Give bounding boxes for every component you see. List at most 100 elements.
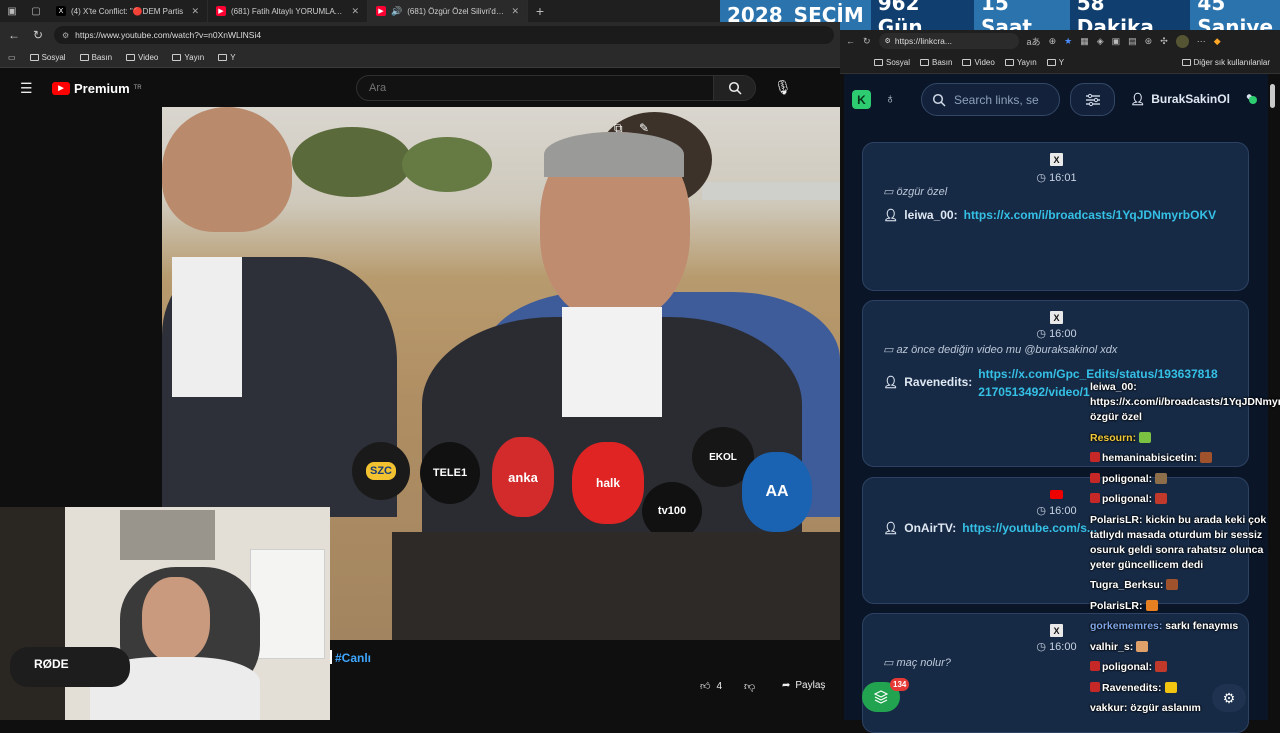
puzzle-icon[interactable]: ✣ bbox=[1160, 36, 1168, 47]
tab-actions-icon[interactable]: ▢ bbox=[24, 0, 48, 22]
chat-username[interactable]: PolarisLR: bbox=[1090, 600, 1143, 612]
scrollbar-thumb[interactable] bbox=[1270, 84, 1275, 108]
url-text: https://www.youtube.com/watch?v=n0XnWLlN… bbox=[75, 30, 262, 40]
chat-username[interactable]: poligonal: bbox=[1102, 661, 1152, 673]
search-button[interactable] bbox=[713, 76, 755, 100]
kick-badge-icon bbox=[1090, 661, 1100, 671]
chat-username[interactable]: leiwa_00: bbox=[1090, 381, 1137, 393]
settings-button[interactable]: ⚙ bbox=[1212, 684, 1246, 712]
extension-icon[interactable]: ▦ bbox=[1080, 36, 1089, 47]
browser-tab[interactable]: X (4) X'te Conflict: "🔴DEM Partis ✕ bbox=[48, 0, 208, 22]
bookmark-folder[interactable]: Yayın bbox=[172, 53, 204, 62]
share-button[interactable]: ➦ Paylaş bbox=[782, 680, 825, 691]
browser-tab[interactable]: ▶ (681) Fatih Altaylı YORUMLAYAMI ✕ bbox=[208, 0, 368, 22]
site-info-icon[interactable]: ⚙ bbox=[62, 31, 69, 40]
workspaces-icon[interactable]: ▣ bbox=[0, 0, 24, 22]
card-link[interactable]: https://youtube.com/s... bbox=[962, 521, 1097, 535]
mic-logo: SZC bbox=[366, 462, 396, 480]
chat-message: Resourn: bbox=[1090, 431, 1280, 446]
chat-message: poligonal: bbox=[1090, 492, 1280, 507]
chat-username[interactable]: poligonal: bbox=[1102, 493, 1152, 505]
search-input[interactable] bbox=[357, 82, 713, 94]
notification-count-badge: 134 bbox=[890, 678, 910, 691]
user-icon: 👤︎ bbox=[883, 375, 899, 389]
chat-username[interactable]: Ravenedits: bbox=[1102, 682, 1162, 694]
countdown-days: 962 Gün bbox=[870, 0, 974, 39]
user-icon: 👤︎ bbox=[883, 521, 899, 535]
right-url-field[interactable]: ⚙ https://linkcra... bbox=[878, 33, 1019, 49]
bookmark-folder[interactable]: Yayın bbox=[1004, 58, 1037, 67]
like-count: 4 bbox=[716, 680, 723, 692]
close-icon[interactable]: ✕ bbox=[191, 6, 199, 17]
bookmark-folder[interactable]: Video bbox=[962, 58, 995, 67]
link-card[interactable]: X ◷ 16:01 ▭ özgür özel 👤︎ leiwa_00: http… bbox=[862, 142, 1249, 291]
user-icon: 👤︎ bbox=[1130, 92, 1146, 106]
wall-graphic bbox=[702, 182, 840, 200]
bookmark-folder[interactable]: Basın bbox=[920, 58, 952, 67]
user-profile[interactable]: 👤︎ BurakSakinOl ✎ bbox=[1130, 92, 1256, 106]
new-tab-button[interactable]: + bbox=[528, 0, 552, 22]
online-status-dot bbox=[1249, 96, 1257, 104]
hashtag-link[interactable]: #Canlı bbox=[335, 651, 371, 665]
profile-avatar[interactable] bbox=[1175, 34, 1189, 48]
bookmark-folder[interactable]: Sosyal bbox=[29, 53, 66, 62]
chat-username[interactable]: poligonal: bbox=[1102, 473, 1152, 485]
chat-message: leiwa_00: https://x.com/i/broadcasts/1Yq… bbox=[1090, 380, 1280, 425]
like-button[interactable]: 👍︎ 4 bbox=[700, 680, 723, 693]
chat-username[interactable]: Tugra_Berksu: bbox=[1090, 579, 1163, 591]
bookmark-folder[interactable]: Y bbox=[218, 53, 236, 62]
person-face bbox=[142, 577, 210, 662]
site-info-icon[interactable]: ⚙ bbox=[885, 37, 891, 45]
app-logo[interactable]: K bbox=[852, 90, 871, 109]
other-bookmarks[interactable]: Diğer sık kullanılanlar bbox=[1181, 58, 1270, 67]
back-icon[interactable]: ← bbox=[846, 36, 855, 46]
browser-tab-active[interactable]: ▶ 🔊 (681) Özgür Özel Silivri'de a ✕ bbox=[368, 0, 528, 22]
edit-icon[interactable]: ✎ bbox=[639, 121, 649, 135]
bookmark-folder[interactable]: Basın bbox=[79, 53, 112, 62]
folder-icon bbox=[1046, 59, 1056, 66]
chat-username[interactable]: vakkur: bbox=[1090, 702, 1127, 714]
extension-icon[interactable]: ◈ bbox=[1097, 36, 1104, 47]
chat-username[interactable]: valhir_s: bbox=[1090, 641, 1133, 653]
folder-icon bbox=[874, 59, 883, 66]
dislike-button[interactable]: 👎︎ bbox=[744, 680, 755, 693]
menu-icon[interactable]: ☰ bbox=[20, 80, 33, 97]
bookmark-folder[interactable]: Sosyal bbox=[874, 58, 910, 67]
reading-list-icon[interactable]: ▭ bbox=[8, 53, 16, 62]
filter-button[interactable] bbox=[1070, 83, 1115, 116]
region-code: TR bbox=[133, 85, 142, 91]
extension-icon[interactable]: ⊛ bbox=[1145, 36, 1153, 47]
reload-icon[interactable]: ↻ bbox=[863, 36, 871, 47]
bookmark-folder[interactable]: Y bbox=[1046, 58, 1064, 67]
card-user: OnAirTV: bbox=[904, 521, 957, 535]
app-search-box[interactable]: Search links, se bbox=[921, 83, 1060, 116]
more-icon[interactable]: ⋯ bbox=[1197, 36, 1206, 47]
bookmark-folder[interactable]: Video bbox=[126, 53, 158, 62]
youtube-premium-logo[interactable]: ▶ Premium TR bbox=[52, 81, 142, 96]
extension-icon[interactable]: ▣ bbox=[1112, 36, 1121, 47]
folder-icon bbox=[1004, 59, 1014, 66]
chat-username[interactable]: hemaninabisicetin: bbox=[1102, 452, 1197, 464]
reload-icon[interactable]: ↻ bbox=[30, 28, 46, 42]
chat-username[interactable]: PolarisLR: bbox=[1090, 514, 1143, 526]
url-field[interactable]: ⚙ https://www.youtube.com/watch?v=n0XnWL… bbox=[54, 26, 834, 44]
github-icon[interactable]: ♁ bbox=[885, 90, 896, 106]
back-icon[interactable]: ← bbox=[6, 28, 22, 42]
extension-icon[interactable]: ▤ bbox=[1128, 36, 1137, 47]
microphone-icon[interactable]: 🎙 bbox=[774, 79, 792, 96]
chat-username[interactable]: gorkememres: bbox=[1090, 620, 1162, 632]
copilot-icon[interactable]: ◆ bbox=[1214, 36, 1221, 47]
speaker-icon[interactable]: 🔊 bbox=[391, 6, 402, 17]
x-logo-icon: X bbox=[56, 6, 66, 16]
miniplayer-icon[interactable]: ⧉ bbox=[614, 121, 623, 136]
close-icon[interactable]: ✕ bbox=[511, 6, 519, 17]
star-icon[interactable]: ★ bbox=[1064, 36, 1072, 47]
chat-username[interactable]: Resourn: bbox=[1090, 432, 1136, 444]
chat-message: gorkememres: sarkı fenaymıs bbox=[1090, 619, 1280, 634]
shirt bbox=[172, 257, 242, 397]
card-link[interactable]: https://x.com/i/broadcasts/1YqJDNmyrbOKV bbox=[964, 208, 1217, 222]
zoom-icon[interactable]: ⊕ bbox=[1049, 36, 1057, 47]
close-icon[interactable]: ✕ bbox=[351, 6, 359, 17]
translate-icon[interactable]: aあ bbox=[1027, 35, 1041, 48]
emote-icon bbox=[1155, 472, 1168, 484]
